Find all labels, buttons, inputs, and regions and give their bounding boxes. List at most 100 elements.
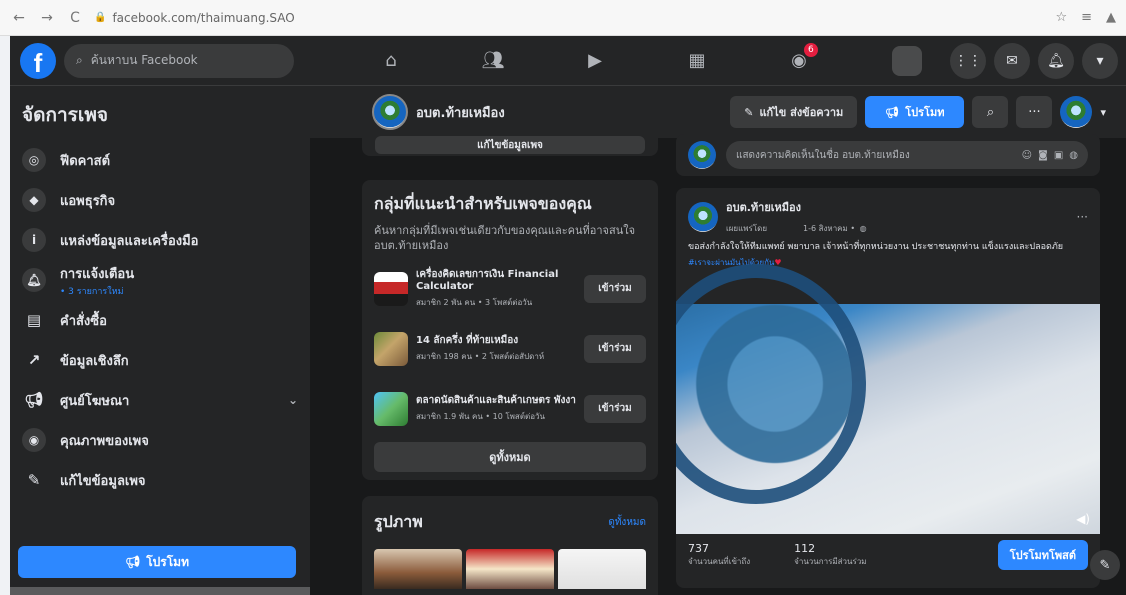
comment-composer: แสดงความคิดเห็นในชื่อ อบต.ท้ายเหมือง ☺ ◙… — [676, 134, 1100, 176]
star-icon[interactable]: ☆ — [1055, 10, 1067, 25]
group-thumbnail[interactable] — [374, 271, 408, 306]
manage-page-sidebar: จัดการเพจ ◎ ฟีดคาสต์ ◆ แอพธุรกิจ i แหล่ง… — [10, 86, 310, 595]
emoji-icon[interactable]: ☺ — [1022, 150, 1032, 161]
switch-profile-avatar[interactable] — [1060, 96, 1093, 128]
profile-icon[interactable]: ▲ — [1106, 10, 1116, 25]
sidebar-item-insights[interactable]: ↗ ข้อมูลเชิงลึก — [10, 340, 310, 380]
info-icon: i — [22, 228, 46, 252]
boost-post-button[interactable]: โปรโมทโพสต์ — [997, 540, 1088, 570]
facebook-logo[interactable]: f — [20, 42, 56, 79]
friends-icon: 👥︎ — [481, 50, 505, 71]
composer-avatar — [688, 141, 716, 169]
watch-tab[interactable]: ▶ — [544, 37, 646, 85]
sidebar-item-orders[interactable]: ▤ คำสั่งซื้อ — [10, 300, 310, 340]
post-author-avatar[interactable] — [688, 201, 718, 232]
browser-toolbar: ← → C 🔒 facebook.com/thaimuang.SAO ☆ ≡ ▲ — [0, 0, 1126, 36]
comment-placeholder: แสดงความคิดเห็นในชื่อ อบต.ท้ายเหมือง — [736, 149, 910, 161]
groups-tab[interactable]: ◉ 6 — [748, 37, 850, 85]
sidebar-item-notifications[interactable]: 🔔︎ การแจ้งเตือน • 3 รายการใหม่ — [10, 260, 310, 300]
sticker-icon[interactable]: ◍ — [1069, 150, 1078, 161]
marketplace-tab[interactable]: ▦ — [646, 37, 748, 85]
photo-thumbnail[interactable] — [374, 549, 462, 589]
group-thumbnail[interactable] — [374, 331, 408, 366]
search-placeholder: ค้นหาบน Facebook — [90, 53, 198, 67]
notification-badge: 6 — [804, 42, 818, 57]
group-name[interactable]: ตลาดนัดสินค้าและสินค้าเกษตร พังงา — [416, 395, 576, 408]
volume-icon[interactable]: ◀) — [1076, 512, 1090, 526]
page-name[interactable]: อบต.ท้ายเหมือง — [416, 102, 505, 123]
sidebar-item-sublabel: • 3 รายการใหม่ — [60, 286, 124, 297]
join-group-button[interactable]: เข้าร่วม — [584, 394, 646, 423]
sidebar-item-business-apps[interactable]: ◆ แอพธุรกิจ — [10, 180, 310, 220]
cube-icon: ◆ — [22, 188, 46, 212]
see-all-groups-button[interactable]: ดูทั้งหมด — [374, 441, 646, 472]
group-thumbnail[interactable] — [374, 391, 408, 426]
sidebar-promote-button[interactable]: 📢︎ โปรโมท — [18, 546, 296, 578]
group-meta: สมาชิก 2 พัน คน • 3 โพสต์ต่อวัน — [416, 297, 533, 307]
notifications-button[interactable]: 🔔︎ — [1038, 42, 1074, 79]
comment-input[interactable]: แสดงความคิดเห็นในชื่อ อบต.ท้ายเหมือง ☺ ◙… — [726, 141, 1088, 169]
photo-thumbnail[interactable] — [558, 549, 646, 589]
chevron-down-icon[interactable]: ▾ — [1100, 106, 1106, 119]
sidebar-item-label: ข้อมูลเชิงลึก — [60, 353, 129, 369]
group-name[interactable]: 14 ลักครึ่ง ที่ท้ายเหมือง — [416, 335, 576, 348]
see-all-photos-link[interactable]: ดูทั้งหมด — [608, 515, 646, 530]
edit-page-info-button[interactable]: แก้ไขข้อมูลเพจ — [375, 136, 645, 154]
reload-icon[interactable]: C — [66, 10, 84, 26]
megaphone-icon: 📢︎ — [124, 555, 141, 569]
post-date[interactable]: 1-6 สิงหาคม • — [803, 224, 858, 233]
edit-send-message-button[interactable]: ✎ แก้ไข ส่งข้อความ — [730, 96, 858, 128]
group-meta: สมาชิก 1.9 พัน คน • 10 โพสต์ต่อวัน — [416, 411, 545, 421]
chevron-down-icon[interactable]: ⌄ — [288, 393, 298, 407]
sidebar-item-page-quality[interactable]: ◉ คุณภาพของเพจ — [10, 420, 310, 460]
page-header: อบต.ท้ายเหมือง ✎ แก้ไข ส่งข้อความ 📢︎ โปร… — [310, 86, 1126, 138]
redacted-block — [892, 45, 922, 76]
messenger-button[interactable]: ✉ — [994, 42, 1030, 79]
account-button[interactable]: ▾ — [1082, 42, 1118, 79]
search-icon: ⌕ — [76, 53, 83, 67]
join-group-button[interactable]: เข้าร่วม — [584, 334, 646, 363]
search-icon: ⌕ — [986, 104, 995, 120]
post-author-name[interactable]: อบต.ท้ายเหมือง — [726, 198, 867, 216]
group-name[interactable]: เครื่องคิดเลขการเงิน Financial Calculato… — [416, 269, 576, 294]
menu-button[interactable]: ⋮⋮ — [950, 42, 986, 79]
globe-icon: ◍ — [859, 224, 867, 233]
gif-icon[interactable]: ▣ — [1054, 150, 1063, 161]
sidebar-item-ad-center[interactable]: 📢︎ ศูนย์โฆษณา ⌄ — [10, 380, 310, 420]
search-input[interactable]: ⌕ ค้นหาบน Facebook — [64, 43, 294, 78]
compose-icon: ✎ — [1099, 557, 1111, 573]
sidebar-item-resources[interactable]: i แหล่งข้อมูลและเครื่องมือ — [10, 220, 310, 260]
sidebar-item-label: ฟีดคาสต์ — [60, 153, 111, 169]
reading-list-icon[interactable]: ≡ — [1081, 10, 1092, 25]
back-icon[interactable]: ← — [10, 10, 28, 26]
group-item: ตลาดนัดสินค้าและสินค้าเกษตร พังงา สมาชิก… — [374, 384, 646, 434]
edit-page-info-card: แก้ไขข้อมูลเพจ — [362, 134, 658, 156]
camera-icon[interactable]: ◙ — [1038, 150, 1048, 161]
engagement-label: จำนวนการมีส่วนร่วม — [794, 557, 867, 566]
sidebar-item-broadcast[interactable]: ◎ ฟีดคาสต์ — [10, 140, 310, 180]
friends-tab[interactable]: 👥︎ — [442, 37, 544, 85]
more-options-button[interactable]: ··· — [1016, 96, 1053, 128]
header-promote-button[interactable]: 📢︎ โปรโมท — [865, 96, 965, 128]
bell-icon: 🔔︎ — [1047, 52, 1065, 69]
photo-thumbnail[interactable] — [466, 549, 554, 589]
trend-icon: ↗ — [27, 351, 41, 369]
home-tab[interactable]: ⌂ — [340, 37, 442, 85]
main-content: อบต.ท้ายเหมือง ✎ แก้ไข ส่งข้อความ 📢︎ โปร… — [310, 86, 1126, 595]
bell-icon: 🔔︎ — [22, 268, 46, 292]
forward-icon[interactable]: → — [38, 10, 56, 26]
sidebar-item-edit-page-info[interactable]: ✎ แก้ไขข้อมูลเพจ — [10, 460, 310, 500]
sidebar-item-label: คุณภาพของเพจ — [60, 433, 149, 449]
group-item: เครื่องคิดเลขการเงิน Financial Calculato… — [374, 264, 646, 314]
reach-label: จำนวนคนที่เข้าถึง — [688, 557, 751, 566]
page-avatar[interactable] — [372, 94, 408, 130]
lock-icon: 🔒 — [94, 12, 107, 23]
group-meta: สมาชิก 198 คน • 2 โพสต์ต่อสัปดาห์ — [416, 351, 545, 361]
join-group-button[interactable]: เข้าร่วม — [584, 274, 646, 303]
page-search-button[interactable]: ⌕ — [972, 96, 1009, 128]
address-bar[interactable]: 🔒 facebook.com/thaimuang.SAO — [94, 11, 295, 25]
post-image[interactable]: ◀) — [676, 264, 1100, 534]
post-more-icon[interactable]: ··· — [1077, 210, 1088, 224]
promote-label: โปรโมท — [146, 554, 189, 569]
new-message-button[interactable]: ✎ — [1090, 550, 1120, 580]
